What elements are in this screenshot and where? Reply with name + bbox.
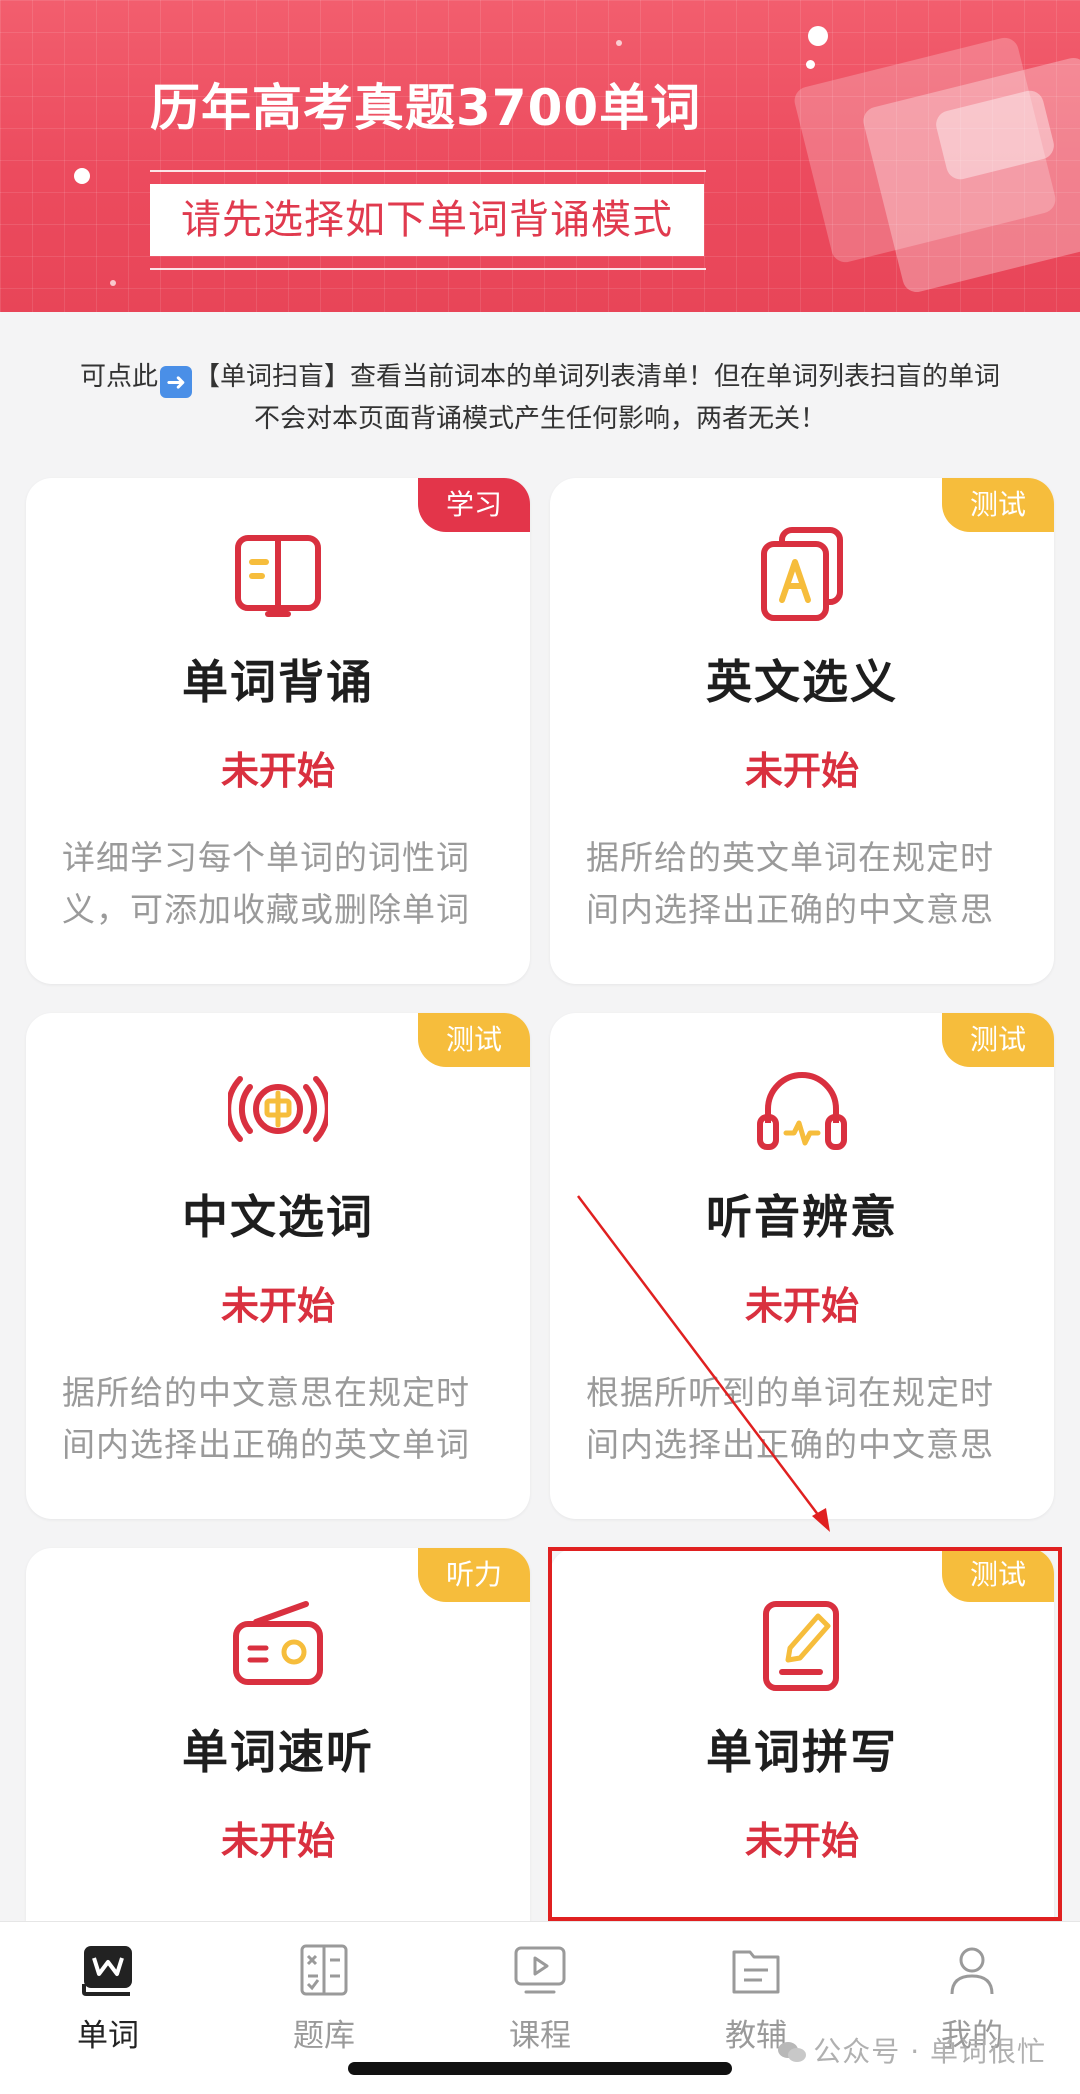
banner-book-illustration (790, 34, 1080, 295)
mode-description: 据所给的中文意思在规定时间内选择出正确的英文单词 (62, 1373, 470, 1464)
tab-label: 题库 (293, 2018, 355, 2054)
mode-prompt: 请先选择如下单词背诵模式 (150, 184, 704, 256)
mode-tag: 测试 (942, 1013, 1054, 1067)
mode-card-english-to-meaning[interactable]: 测试 英文选义 未开始 据所给的英文单词在规定时间内选择出正确的中文意思 (550, 478, 1054, 984)
tab-courses[interactable]: 课程 (432, 1942, 648, 2055)
banner-sparkle (616, 40, 622, 46)
watermark-text: 公众号 · 单词很忙 (813, 2035, 1046, 2068)
mode-tag: 听力 (418, 1548, 530, 1602)
mode-card-chinese-to-word[interactable]: 测试 中文选词 未开始 据所给的中文意思在规定时间内选择出正确的英文单词 (26, 1013, 530, 1519)
user-icon (950, 1947, 994, 1995)
home-indicator[interactable] (348, 2062, 732, 2075)
mode-name: 英文选义 (706, 655, 898, 709)
tab-label: 单词 (77, 2018, 139, 2054)
mode-name: 听音辨意 (706, 1190, 898, 1244)
mode-description: 根据所听到的单词在规定时间内选择出正确的中文意思 (586, 1373, 994, 1464)
mode-card-quick-listen[interactable]: 听力 单词速听 未开始 (26, 1548, 530, 1948)
notice-line-2: 不会对本页面背诵模式产生任何影响，两者无关！ (253, 404, 826, 434)
mode-status: 未开始 (744, 1284, 859, 1328)
tab-label: 课程 (509, 2018, 571, 2054)
mode-description: 详细学习每个单词的词性词义，可添加收藏或删除单词 (62, 838, 470, 929)
notice-prefix: 可点此 (79, 362, 158, 392)
mode-name: 单词速听 (182, 1725, 374, 1779)
page-title: 历年高考真题3700单词 (150, 79, 702, 137)
right-arrow-icon[interactable]: ➜ (160, 366, 192, 398)
mode-card-listen-meaning[interactable]: 测试 听音辨意 未开始 根据所听到的单词在规定时间内选择出正确的中文意思 (550, 1013, 1054, 1519)
mode-name: 单词背诵 (182, 655, 374, 709)
title-divider-top (150, 170, 706, 172)
video-play-icon (514, 1946, 566, 1994)
banner-sparkle (110, 280, 116, 286)
chinese-broadcast-icon (228, 1076, 328, 1142)
headphones-icon (757, 1072, 847, 1150)
mode-name: 中文选词 (182, 1190, 374, 1244)
mode-status: 未开始 (220, 1819, 335, 1863)
open-book-icon (235, 535, 321, 617)
mode-tag: 测试 (418, 1013, 530, 1067)
title-divider-bottom (150, 268, 706, 270)
mode-status: 未开始 (220, 749, 335, 793)
mode-description: 据所给的英文单词在规定时间内选择出正确的中文意思 (586, 838, 994, 929)
mode-tag: 学习 (418, 478, 530, 532)
word-book-icon (82, 1946, 132, 1996)
mode-card-word-recitation[interactable]: 学习 单词背诵 未开始 详细学习每个单词的词性词义，可添加收藏或删除单词 (26, 478, 530, 984)
wechat-icon (778, 2042, 807, 2062)
word-scan-link[interactable]: 【单词扫盲】查看当前词本的单词列表清单！但在单词列表扫盲的单词 (194, 362, 1000, 392)
banner: 历年高考真题3700单词 请先选择如下单词背诵模式 (0, 0, 1080, 312)
watermark: 公众号 · 单词很忙 (777, 2030, 1046, 2070)
letter-a-cards-icon (761, 527, 843, 621)
word-scan-notice: 可点此 ➜ 【单词扫盲】查看当前词本的单词列表清单！但在单词列表扫盲的单词 不会对本… (40, 356, 1040, 440)
notice-line-1: 可点此 ➜ 【单词扫盲】查看当前词本的单词列表清单！但在单词列表扫盲的单词 (40, 356, 1040, 398)
tab-question-bank[interactable]: 题库 (216, 1942, 432, 2055)
tab-words[interactable]: 单词 (0, 1942, 216, 2055)
question-bank-icon (300, 1944, 348, 1996)
folder-doc-icon (732, 1950, 780, 1994)
highlight-box (548, 1547, 1062, 1921)
mode-status: 未开始 (220, 1284, 335, 1328)
bottom-tab-bar: 单词 题库 课程 教辅 我的 公众号 · 单词很忙 (0, 1921, 1080, 2094)
banner-sparkle (74, 168, 90, 184)
mode-status: 未开始 (744, 749, 859, 793)
radio-icon (233, 1601, 323, 1685)
mode-tag: 测试 (942, 478, 1054, 532)
